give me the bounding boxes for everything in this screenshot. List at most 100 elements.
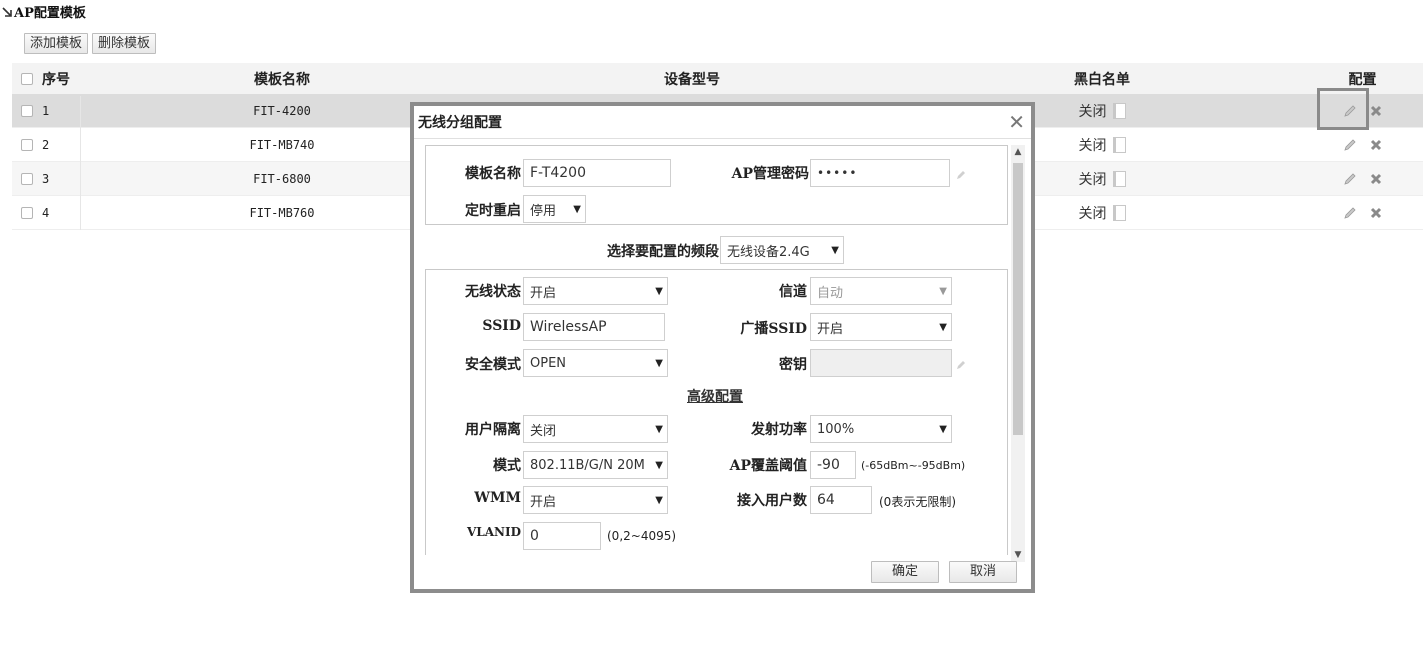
- band-select[interactable]: 无线设备2.4G ▼: [720, 236, 844, 264]
- security-mode-select[interactable]: OPEN ▼: [523, 349, 668, 377]
- row-bw-status: 关闭: [1078, 103, 1107, 120]
- coverage-hint: (-65dBm~-95dBm): [861, 459, 966, 472]
- row-no: 2: [42, 137, 50, 152]
- dialog-header: 无线分组配置 ✕: [414, 106, 1031, 139]
- add-template-button[interactable]: 添加模板: [24, 33, 89, 54]
- max-users-input[interactable]: 64: [810, 486, 872, 514]
- chevron-down-icon: ▼: [655, 357, 663, 369]
- vlanid-label: VLANID: [466, 525, 521, 539]
- chevron-down-icon: ▼: [655, 494, 663, 506]
- key-input[interactable]: [810, 349, 952, 377]
- row-no: 4: [42, 205, 50, 220]
- security-mode-label: 安全模式: [465, 357, 521, 373]
- bw-toggle[interactable]: [1112, 136, 1126, 153]
- max-users-hint: (0表示无限制): [879, 495, 956, 509]
- template-name-input[interactable]: F-T4200: [523, 159, 671, 187]
- timed-reboot-label: 定时重启: [465, 203, 521, 219]
- chevron-down-icon: ▼: [655, 459, 663, 471]
- delete-icon[interactable]: [1368, 205, 1384, 221]
- row-checkbox[interactable]: [21, 104, 33, 117]
- page-title: AP配置模板: [2, 2, 86, 21]
- row-no: 1: [42, 103, 50, 118]
- edit-icon[interactable]: [1342, 137, 1358, 153]
- row-bw-status: 关闭: [1078, 171, 1107, 188]
- chevron-down-icon: ▼: [655, 423, 663, 435]
- channel-select[interactable]: 自动 ▼: [810, 277, 952, 305]
- dialog-scrollbar[interactable]: ▲ ▼: [1011, 145, 1025, 562]
- close-icon[interactable]: ✕: [1008, 112, 1025, 132]
- pen-icon: [957, 361, 965, 369]
- cancel-button[interactable]: 取消: [949, 561, 1017, 583]
- chevron-down-icon: ▼: [939, 423, 947, 435]
- wireless-state-label: 无线状态: [465, 284, 521, 300]
- band-value: 无线设备2.4G: [727, 244, 810, 260]
- header-config: 配置: [1348, 71, 1377, 88]
- row-bw-status: 关闭: [1078, 137, 1107, 154]
- broadcast-ssid-label: 广播SSID: [740, 321, 807, 337]
- edit-icon[interactable]: [1342, 205, 1358, 221]
- delete-template-button[interactable]: 删除模板: [92, 33, 157, 54]
- ap-password-label: AP管理密码: [731, 166, 809, 182]
- wireless-group-dialog: 无线分组配置 ✕ 模板名称 F-T4200 AP管理密码 ••••• 定时重启 …: [410, 102, 1035, 593]
- toolbar: 添加模板 删除模板: [24, 33, 157, 54]
- row-checkbox[interactable]: [21, 206, 33, 219]
- tx-power-select[interactable]: 100% ▼: [810, 415, 952, 443]
- ap-password-input[interactable]: •••••: [810, 159, 950, 187]
- mode-label: 模式: [493, 458, 521, 474]
- column-divider: [80, 96, 81, 230]
- max-users-label: 接入用户数: [737, 493, 807, 509]
- row-checkbox[interactable]: [21, 138, 33, 151]
- template-name-label: 模板名称: [465, 166, 521, 182]
- broadcast-ssid-select[interactable]: 开启 ▼: [810, 313, 952, 341]
- arrow-down-right-icon: [2, 6, 12, 17]
- delete-icon[interactable]: [1368, 103, 1384, 119]
- mode-select[interactable]: 802.11B/G/N 20M ▼: [523, 451, 668, 479]
- chevron-down-icon: ▼: [573, 203, 581, 215]
- edit-highlight-frame: [1317, 88, 1369, 130]
- broadcast-ssid-value: 开启: [817, 321, 844, 337]
- tx-power-label: 发射功率: [751, 422, 807, 438]
- isolation-select[interactable]: 关闭 ▼: [523, 415, 668, 443]
- channel-value: 自动: [817, 285, 844, 301]
- scroll-up-icon[interactable]: ▲: [1011, 145, 1025, 159]
- security-mode-value: OPEN: [530, 355, 567, 371]
- table-header: 序号 模板名称 设备型号 黑白名单 配置: [12, 63, 1423, 94]
- delete-icon[interactable]: [1368, 137, 1384, 153]
- advanced-config-link[interactable]: 高级配置: [687, 386, 743, 406]
- chevron-down-icon: ▼: [655, 285, 663, 297]
- coverage-input[interactable]: -90: [810, 451, 856, 479]
- timed-reboot-select[interactable]: 停用 ▼: [523, 195, 586, 223]
- chevron-down-icon: ▼: [939, 321, 947, 333]
- bw-toggle[interactable]: [1112, 204, 1126, 221]
- row-no: 3: [42, 171, 50, 186]
- vlanid-input[interactable]: 0: [523, 522, 601, 550]
- bw-toggle[interactable]: [1112, 170, 1126, 187]
- scroll-thumb[interactable]: [1013, 163, 1023, 435]
- delete-icon[interactable]: [1368, 171, 1384, 187]
- ok-button[interactable]: 确定: [871, 561, 939, 583]
- dialog-body: 模板名称 F-T4200 AP管理密码 ••••• 定时重启 停用 ▼ 选择要配…: [419, 145, 1012, 555]
- row-bw-status: 关闭: [1078, 205, 1107, 222]
- wireless-state-value: 开启: [530, 285, 557, 301]
- dialog-title: 无线分组配置: [418, 115, 502, 131]
- wmm-label: WMM: [474, 490, 521, 506]
- header-model: 设备型号: [664, 71, 720, 88]
- header-bw: 黑白名单: [1074, 71, 1130, 88]
- channel-label: 信道: [779, 284, 807, 300]
- wmm-value: 开启: [530, 494, 557, 510]
- ssid-input[interactable]: WirelessAP: [523, 313, 665, 341]
- edit-icon[interactable]: [1342, 171, 1358, 187]
- wmm-select[interactable]: 开启 ▼: [523, 486, 668, 514]
- row-checkbox[interactable]: [21, 172, 33, 185]
- header-name: 模板名称: [254, 71, 310, 88]
- scroll-down-icon[interactable]: ▼: [1011, 548, 1025, 562]
- page-title-text: AP配置模板: [14, 6, 86, 21]
- band-label: 选择要配置的频段: [607, 244, 719, 260]
- wireless-state-select[interactable]: 开启 ▼: [523, 277, 668, 305]
- select-all-checkbox[interactable]: [21, 72, 33, 85]
- bw-toggle[interactable]: [1112, 102, 1126, 119]
- pen-icon: [957, 171, 965, 179]
- chevron-down-icon: ▼: [939, 285, 947, 297]
- header-no: 序号: [42, 71, 70, 88]
- coverage-label: AP覆盖阈值: [729, 458, 807, 474]
